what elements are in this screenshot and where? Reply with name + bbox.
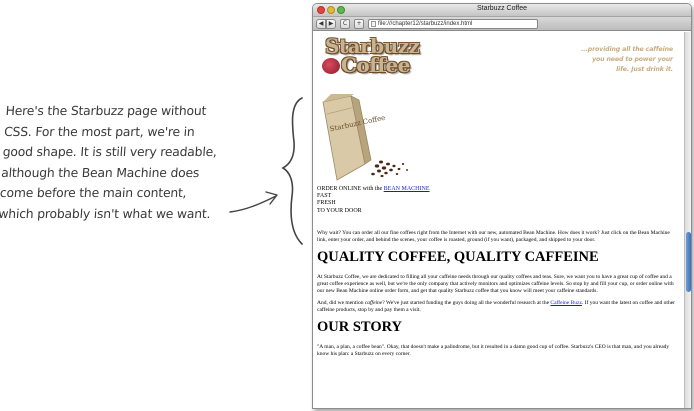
caffeine-paragraph: And, did we mention caffeine? We've just… [317,300,677,314]
add-bookmark-button[interactable]: + [354,19,364,29]
story-paragraph: "A man, a plan, a coffee bean". Okay, th… [317,344,670,358]
order-line-door: TO YOUR DOOR [317,207,362,214]
coffee-bag-icon: Starbuzz Coffee [322,92,409,181]
annotation-line: CSS. For the most part, we're in [3,123,196,139]
order-online-block: ORDER ONLINE with the BEAN MACHINE FAST … [317,186,677,215]
quality-paragraph: At Starbuzz Coffee, we are dedicated to … [317,273,674,294]
tagline: ...providing all the caffeine you need t… [553,45,673,75]
annotation-line: which probably isn't what we want. [0,205,211,221]
starbuzz-logo: Starbuzz Coffee [322,36,420,76]
browser-window: Starbuzz Coffee ◀ ▶ C + file:///chapter1… [312,3,692,409]
heading-quality: QUALITY COFFEE, QUALITY CAFFEINE [317,248,599,265]
bracket-arrow-icon [229,97,303,245]
order-line-fast: FAST [317,193,332,200]
window-title: Starbuzz Coffee [476,5,528,12]
title-bar: Starbuzz Coffee [313,4,691,17]
coffee-bag-image: Starbuzz Coffee [317,92,417,189]
heading-our-story: OUR STORY [317,319,403,336]
logo-swirl-icon [322,58,340,74]
caffeine-buzz-link[interactable]: Caffeine Buzz [550,300,582,306]
order-prefix: ORDER ONLINE with the [317,186,384,192]
vertical-scrollbar[interactable] [684,32,691,408]
tagline-line: you need to power your [592,56,673,63]
annotation-line: good shape. It is still very readable, [2,144,218,159]
address-bar-text: file:///chapter12/starbuzz/index.html [378,21,473,27]
order-line-fresh: FRESH [317,200,336,207]
back-button[interactable]: ◀ [316,19,326,29]
tagline-line: life. Just drink it. [616,66,673,73]
annotation-line: Here's the Starbuzz page without [5,103,207,118]
scrollbar-thumb[interactable] [686,232,691,292]
intro-paragraph: Why wait? You can order all our fine cof… [317,230,670,243]
reload-button[interactable]: C [340,19,350,29]
page-viewport: Starbuzz Coffee ...providing all the caf… [313,32,691,408]
browser-toolbar: ◀ ▶ C + file:///chapter12/starbuzz/index… [313,17,691,31]
para2-before: And, did we mention [317,300,365,307]
annotation-line: come before the main content, [0,185,188,200]
order-line-1: ORDER ONLINE with the BEAN MACHINE [317,186,677,193]
tagline-line: ...providing all the caffeine [580,46,673,53]
para2-middle: ? We've just started funding the guys do… [382,300,551,307]
forward-button[interactable]: ▶ [326,19,336,29]
address-bar[interactable]: file:///chapter12/starbuzz/index.html [368,19,538,29]
caffeine-emphasis: caffeine [364,300,383,307]
annotation-text: Here's the Starbuzz page without CSS. Fo… [0,101,256,224]
document-icon [371,21,376,27]
annotation-line: although the Bean Machine does [0,164,200,180]
bean-machine-link[interactable]: BEAN MACHINE [384,186,430,192]
main-content: Why wait? You can order all our fine cof… [317,230,677,364]
